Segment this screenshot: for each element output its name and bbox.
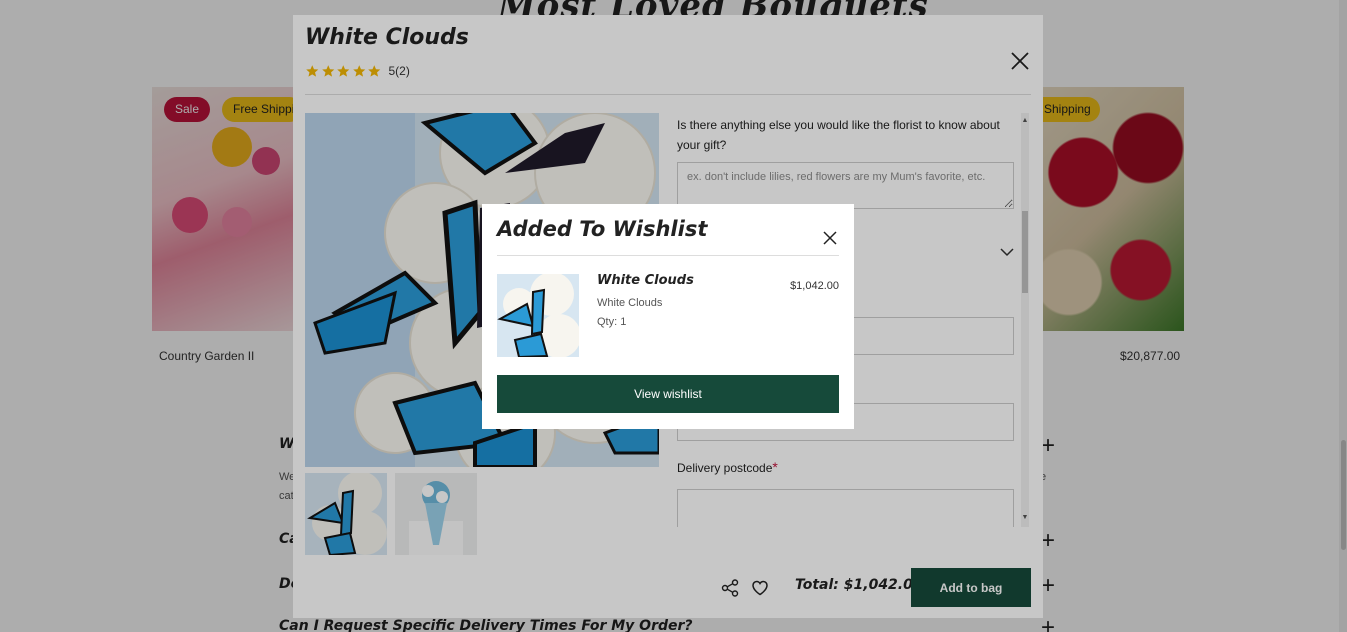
wishlist-item-name[interactable]: White Clouds: [597, 273, 694, 288]
wishlist-item-qty: Qty: 1: [597, 316, 627, 328]
wishlist-popup-title: Added To Wishlist: [497, 217, 708, 241]
wishlist-item-variant: White Clouds: [597, 297, 663, 309]
close-icon[interactable]: [823, 231, 837, 245]
divider: [497, 255, 839, 256]
wishlist-popup: Added To Wishlist White Clouds White Clo…: [482, 204, 854, 429]
view-wishlist-button[interactable]: View wishlist: [497, 375, 839, 413]
wishlist-item-price: $1,042.00: [790, 280, 839, 292]
wishlist-item-image[interactable]: [497, 274, 579, 357]
